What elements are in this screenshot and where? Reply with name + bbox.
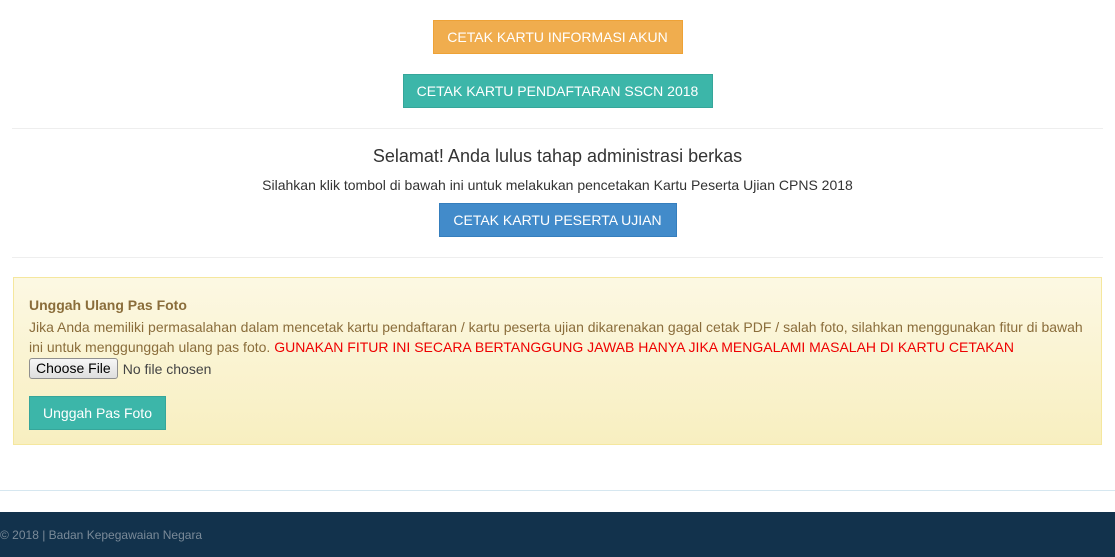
reupload-photo-panel: Unggah Ulang Pas Foto Jika Anda memiliki… <box>13 277 1102 445</box>
upload-photo-button[interactable]: Unggah Pas Foto <box>29 396 166 430</box>
divider <box>12 257 1103 258</box>
congrats-subtitle: Silahkan klik tombol di bawah ini untuk … <box>262 177 853 193</box>
choose-file-button[interactable]: Choose File <box>29 358 118 379</box>
divider <box>12 128 1103 129</box>
footer: © 2018 | Badan Kepegawaian Negara <box>0 512 1115 557</box>
footer-divider <box>0 490 1115 491</box>
footer-copyright: © 2018 | Badan Kepegawaian Negara <box>0 528 203 542</box>
reupload-warning: GUNAKAN FITUR INI SECARA BERTANGGUNG JAW… <box>274 339 1014 355</box>
congrats-title: Selamat! Anda lulus tahap administrasi b… <box>372 146 743 166</box>
print-account-card-button[interactable]: CETAK KARTU INFORMASI AKUN <box>432 20 683 54</box>
print-registration-card-button[interactable]: CETAK KARTU PENDAFTARAN SSCN 2018 <box>402 74 713 108</box>
page: CETAK KARTU INFORMASI AKUN CETAK KARTU P… <box>0 0 1115 557</box>
file-input: Choose File No file chosen <box>29 358 1086 379</box>
file-status: No file chosen <box>122 360 212 377</box>
reupload-title: Unggah Ulang Pas Foto <box>29 297 187 313</box>
print-exam-card-button[interactable]: CETAK KARTU PESERTA UJIAN <box>438 203 677 237</box>
reupload-description-paragraph: Jika Anda memiliki permasalahan dalam me… <box>29 317 1086 357</box>
